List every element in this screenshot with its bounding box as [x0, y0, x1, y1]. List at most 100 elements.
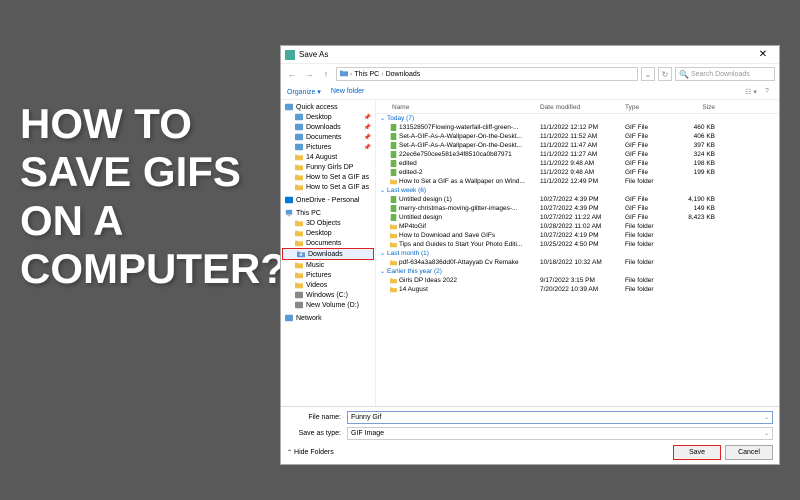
file-row[interactable]: Untitled design10/27/2022 11:22 AMGIF Fi… — [376, 213, 779, 222]
tree-onedrive[interactable]: OneDrive - Personal — [281, 195, 375, 205]
app-icon — [285, 50, 295, 60]
column-size[interactable]: Size — [675, 104, 715, 111]
file-icon — [390, 169, 397, 176]
tree-item[interactable]: How to Set a GIF as — [281, 182, 375, 192]
tree-item[interactable]: Music — [281, 260, 375, 270]
file-icon — [390, 196, 397, 203]
address-bar: ← → ↑ › This PC › Downloads ⌄ ↻ 🔍 Search… — [281, 64, 779, 84]
page-title: HOW TO SAVE GIFS ON A COMPUTER? — [20, 100, 260, 293]
dialog-footer: File name: Funny Gif ⌄ Save as type: GIF… — [281, 406, 779, 464]
tree-item[interactable]: How to Set a GIF as — [281, 172, 375, 182]
file-row[interactable]: Set-A-GIF-As-A-Wallpaper-On-the-Deskt...… — [376, 132, 779, 141]
file-icon — [390, 142, 397, 149]
tree-this-pc[interactable]: This PC — [281, 208, 375, 218]
tree-item[interactable]: Downloads📌 — [281, 122, 375, 132]
pin-icon: 📌 — [364, 124, 371, 131]
tree-item[interactable]: Windows (C:) — [281, 290, 375, 300]
group-header[interactable]: ⌄Last month (1) — [376, 249, 779, 258]
filename-input[interactable]: Funny Gif ⌄ — [347, 411, 773, 424]
file-row[interactable]: Set-A-GIF-As-A-Wallpaper-On-the-Deskt...… — [376, 141, 779, 150]
tree-item[interactable]: Pictures — [281, 270, 375, 280]
chevron-right-icon: › — [381, 71, 383, 78]
dialog-title: Save As — [299, 50, 751, 59]
chevron-down-icon: ⌄ — [380, 268, 385, 275]
search-placeholder: Search Downloads — [691, 71, 750, 78]
search-input[interactable]: 🔍 Search Downloads — [675, 67, 775, 81]
back-button[interactable]: ← — [285, 67, 299, 81]
close-button[interactable]: ✕ — [751, 49, 775, 60]
file-row[interactable]: 22ec6e750cee581e34f8510ca0b8797111/1/202… — [376, 150, 779, 159]
dropdown-button[interactable]: ⌄ — [641, 67, 655, 81]
folder-icon — [390, 223, 397, 230]
save-as-dialog: Save As ✕ ← → ↑ › This PC › Downloads ⌄ … — [280, 45, 780, 465]
view-button[interactable]: ☷ ▾ — [745, 86, 757, 98]
file-row[interactable]: Tips and Guides to Start Your Photo Edit… — [376, 240, 779, 249]
file-icon — [390, 214, 397, 221]
organize-button[interactable]: Organize ▾ — [287, 88, 321, 96]
tree-item[interactable]: Desktop📌 — [281, 112, 375, 122]
up-button[interactable]: ↑ — [319, 67, 333, 81]
saveastype-select[interactable]: GIF Image ⌄ — [347, 427, 773, 440]
tree-quick-access[interactable]: Quick access — [281, 102, 375, 112]
pin-icon: 📌 — [364, 144, 371, 151]
column-date[interactable]: Date modified — [540, 104, 625, 111]
file-row[interactable]: pdf-634a3a836dd0f-Attayyab Cv Remake10/1… — [376, 258, 779, 267]
saveastype-label: Save as type: — [287, 430, 347, 437]
tree-item[interactable]: Pictures📌 — [281, 142, 375, 152]
group-header[interactable]: ⌄Earlier this year (2) — [376, 267, 779, 276]
toolbar: Organize ▾ New folder ☷ ▾ ? — [281, 84, 779, 100]
file-row[interactable]: 131528507Flowing-waterfall-cliff-green-.… — [376, 123, 779, 132]
breadcrumb-segment[interactable]: Downloads — [386, 71, 421, 78]
file-icon — [390, 160, 397, 167]
chevron-down-icon[interactable]: ⌄ — [764, 414, 769, 421]
breadcrumb-segment[interactable]: This PC — [354, 71, 379, 78]
cancel-button[interactable]: Cancel — [725, 445, 773, 460]
tree-item[interactable]: 3D Objects — [281, 218, 375, 228]
file-row[interactable]: How to Set a GIF as a Wallpaper on Wind.… — [376, 177, 779, 186]
filename-label: File name: — [287, 414, 347, 421]
tree-item[interactable]: Documents — [281, 238, 375, 248]
tree-item[interactable]: New Volume (D:) — [281, 300, 375, 310]
search-icon: 🔍 — [679, 70, 689, 79]
help-button[interactable]: ? — [761, 86, 773, 98]
chevron-right-icon: › — [350, 71, 352, 78]
breadcrumb-icon — [340, 69, 348, 79]
file-row[interactable]: Untitled design (1)10/27/2022 4:39 PMGIF… — [376, 195, 779, 204]
column-type[interactable]: Type — [625, 104, 675, 111]
tree-item[interactable]: Desktop — [281, 228, 375, 238]
file-row[interactable]: How to Download and Save GIFs10/27/2022 … — [376, 231, 779, 240]
file-row[interactable]: merry-christmas-moving-glitter-images-..… — [376, 204, 779, 213]
forward-button[interactable]: → — [302, 67, 316, 81]
file-row[interactable]: edited-211/1/2022 9:48 AMGIF File199 KB — [376, 168, 779, 177]
refresh-button[interactable]: ↻ — [658, 67, 672, 81]
tree-item[interactable]: Funny Girls DP — [281, 162, 375, 172]
pin-icon: 📌 — [364, 134, 371, 141]
navigation-tree: Quick accessDesktop📌Downloads📌Documents📌… — [281, 100, 376, 406]
tree-item[interactable]: 14 August — [281, 152, 375, 162]
new-folder-button[interactable]: New folder — [331, 88, 364, 95]
folder-icon — [390, 178, 397, 185]
folder-icon — [390, 286, 397, 293]
file-icon — [390, 133, 397, 140]
folder-icon — [390, 241, 397, 248]
file-row[interactable]: Girls DP Ideas 20229/17/2022 3:15 PMFile… — [376, 276, 779, 285]
dialog-body: Quick accessDesktop📌Downloads📌Documents📌… — [281, 100, 779, 406]
group-header[interactable]: ⌄Last week (6) — [376, 186, 779, 195]
save-button[interactable]: Save — [673, 445, 721, 460]
breadcrumb[interactable]: › This PC › Downloads — [336, 67, 638, 81]
file-row[interactable]: edited11/1/2022 9:48 AMGIF File198 KB — [376, 159, 779, 168]
tree-item[interactable]: Documents📌 — [281, 132, 375, 142]
tree-network[interactable]: Network — [281, 313, 375, 323]
file-row[interactable]: 14 August7/20/2022 10:39 AMFile folder — [376, 285, 779, 294]
chevron-down-icon: ⌄ — [380, 187, 385, 194]
file-icon — [390, 205, 397, 212]
titlebar: Save As ✕ — [281, 46, 779, 64]
column-headers[interactable]: Name Date modified Type Size — [376, 102, 779, 114]
column-name[interactable]: Name — [380, 104, 540, 111]
hide-folders-button[interactable]: ⌃ Hide Folders — [287, 449, 334, 456]
group-header[interactable]: ⌄Today (7) — [376, 114, 779, 123]
chevron-down-icon: ⌄ — [380, 115, 385, 122]
tree-item[interactable]: Videos — [281, 280, 375, 290]
file-row[interactable]: MP4toGif10/28/2022 11:02 AMFile folder — [376, 222, 779, 231]
tree-item-downloads[interactable]: Downloads — [282, 248, 374, 260]
